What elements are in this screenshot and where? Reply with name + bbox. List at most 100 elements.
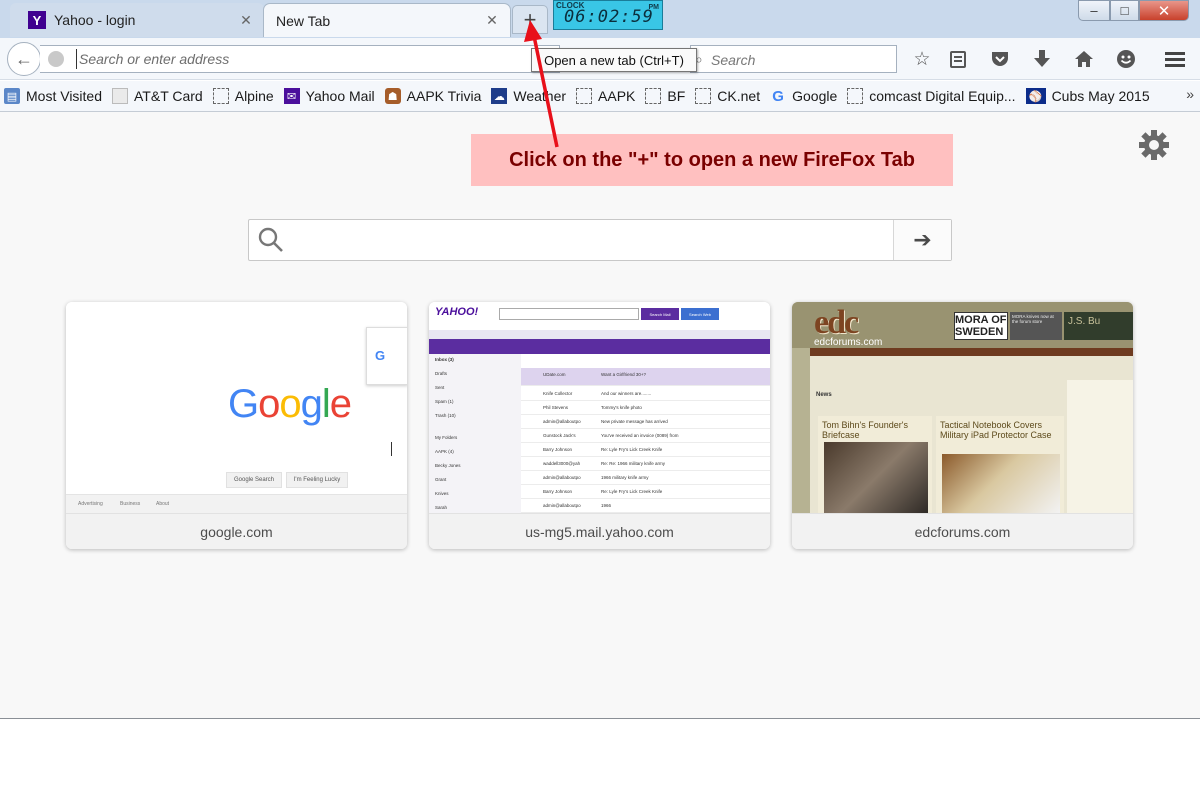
google-g-icon: G (375, 348, 386, 363)
reading-list-icon[interactable] (946, 47, 970, 71)
site-identity-icon[interactable] (48, 51, 64, 67)
thumb-search-web-btn: Search Web (681, 308, 719, 320)
bookmark-label: BF (667, 88, 686, 104)
bookmark-alpine[interactable]: Alpine (212, 88, 274, 104)
thumb-mail-row: UDate.com Want a Girlfriend 30+? (521, 368, 770, 386)
tab-close-icon[interactable]: ✕ (238, 12, 254, 28)
bookmark-aapk[interactable]: AAPK (576, 88, 635, 104)
thumb-mail-row: Gunstock Jack's You've received an invoic… (521, 429, 770, 443)
tile-yahoo-mail[interactable]: YAHOO! Search Mail Search Web Inbox (3) … (429, 302, 770, 549)
bookmarks-overflow-chevron-icon[interactable]: » (1186, 86, 1194, 102)
customize-gear-icon[interactable] (1137, 128, 1171, 162)
bookmark-aapk-trivia[interactable]: ☗ AAPK Trivia (384, 88, 481, 104)
clock-time: 06:02:59 (564, 7, 654, 27)
bookmark-label: Alpine (234, 88, 274, 104)
downloads-icon[interactable] (1030, 47, 1054, 71)
thumb-lucky-btn: I'm Feeling Lucky (286, 472, 348, 488)
bookmark-label: Cubs May 2015 (1051, 88, 1150, 104)
clock-ampm: PM (648, 4, 660, 11)
weather-icon: ☁ (491, 88, 508, 104)
maximize-button[interactable]: □ (1110, 0, 1139, 21)
tile-label: us-mg5.mail.yahoo.com (429, 513, 770, 549)
thumb-folder: Drafts (435, 371, 448, 376)
thumb-folder: Sent (435, 385, 445, 390)
thumb-nav (810, 348, 1133, 356)
thumb-tabs (429, 330, 770, 339)
bookmark-weather[interactable]: ☁ Weather (491, 88, 566, 104)
tile-thumbnail: edc edcforums.com MORA OF SWEDEN MORA kn… (792, 302, 1133, 513)
menu-hamburger-icon[interactable] (1163, 47, 1187, 71)
hello-chat-icon[interactable] (1114, 47, 1138, 71)
smiley-icon (1117, 50, 1135, 68)
tile-edcforums[interactable]: edc edcforums.com MORA OF SWEDEN MORA kn… (792, 302, 1133, 549)
arrow-right-icon: ➔ (913, 227, 932, 252)
thumb-news-heading: News (816, 392, 832, 398)
house-icon (1075, 51, 1093, 67)
new-tab-button[interactable]: + (512, 5, 548, 34)
minimize-button[interactable]: – (1078, 0, 1110, 21)
thumb-edc-domain: edcforums.com (814, 337, 883, 348)
tab-strip: Y Yahoo - login ✕ New Tab ✕ + CLOCK 06:0… (0, 0, 1200, 38)
thumb-folder: Grant (435, 477, 447, 482)
logo-letter: G (228, 382, 259, 426)
address-input[interactable] (76, 49, 546, 69)
google-icon: G (772, 87, 784, 105)
clipboard-icon (950, 51, 966, 68)
close-window-button[interactable]: ✕ (1139, 0, 1189, 21)
tab-yahoo-login[interactable]: Y Yahoo - login ✕ (10, 3, 264, 37)
back-button[interactable]: ← (7, 42, 41, 76)
tile-label: edcforums.com (792, 513, 1133, 549)
thumb-folder: My Folders (435, 435, 458, 440)
dashed-page-icon (847, 88, 864, 104)
bookmark-comcast[interactable]: comcast Digital Equip... (847, 88, 1016, 104)
thumb-cursor (391, 442, 392, 456)
thumb-footer-link: Advertising (78, 501, 103, 507)
thumb-header: edc edcforums.com MORA OF SWEDEN MORA kn… (792, 302, 1133, 348)
new-tab-search-box[interactable]: ➔ (248, 219, 952, 261)
tab-new-tab[interactable]: New Tab ✕ (263, 3, 511, 37)
thumb-footer-link: Business (120, 501, 141, 507)
thumb-toolbar (429, 339, 770, 354)
search-input[interactable] (711, 50, 891, 69)
bookmark-yahoo-mail[interactable]: ✉ Yahoo Mail (283, 88, 375, 104)
search-go-button[interactable]: ➔ (893, 220, 951, 260)
thumb-account-popup: G (366, 327, 407, 385)
thumb-news-card: Tactical Notebook Covers Military iPad P… (936, 416, 1064, 513)
thumb-mail-row: admin@allaboutpo 1966 military knife army (521, 471, 770, 485)
download-arrow-icon (1034, 50, 1050, 67)
tab-title: New Tab (276, 12, 331, 29)
dashed-page-icon (212, 88, 229, 104)
thumb-folder: Becky Jones (435, 463, 461, 468)
logo-letter: o (279, 382, 301, 426)
page-icon (112, 88, 128, 104)
bookmark-google[interactable]: G Google (770, 87, 837, 105)
thumb-mail-row: Phil Stevens Tommy's knife photo (521, 401, 770, 415)
bookmark-cubs[interactable]: ⚾ Cubs May 2015 (1025, 88, 1150, 104)
bookmark-att-card[interactable]: AT&T Card (112, 88, 203, 104)
bookmark-star-icon[interactable]: ☆ (910, 47, 934, 71)
bookmark-most-visited[interactable]: ▤ Most Visited (4, 88, 102, 104)
thumb-mail-row: admin@allaboutpo New private message has … (521, 415, 770, 429)
bookmark-label: CK.net (717, 88, 761, 104)
bookmark-label: AT&T Card (134, 88, 203, 104)
thumb-folder: Trash (10) (435, 413, 456, 418)
thumb-search-mail-btn: Search Mail (641, 308, 679, 320)
bookmark-cknet[interactable]: CK.net (695, 88, 760, 104)
pocket-icon[interactable] (988, 47, 1012, 71)
thumb-yahoo-logo: YAHOO! (435, 306, 479, 318)
tile-google[interactable]: G Google Google Search I'm Feeling Lucky… (66, 302, 407, 549)
search-bar[interactable]: ⌕ (690, 45, 897, 73)
thumb-folder: AAPK (4) (435, 449, 454, 454)
bookmark-label: comcast Digital Equip... (869, 88, 1016, 104)
address-bar[interactable] (40, 45, 560, 73)
dashed-page-icon (576, 88, 593, 104)
dashed-page-icon (645, 88, 662, 104)
bookmark-bf[interactable]: BF (645, 88, 685, 104)
mlb-icon: ⚾ (1025, 88, 1046, 104)
home-icon[interactable] (1072, 47, 1096, 71)
folder-icon: ▤ (4, 88, 20, 104)
yahoo-favicon-icon: Y (28, 11, 46, 29)
bookmark-label: Yahoo Mail (305, 88, 375, 104)
tab-close-icon[interactable]: ✕ (484, 12, 500, 29)
new-tab-search-input[interactable] (293, 228, 883, 252)
